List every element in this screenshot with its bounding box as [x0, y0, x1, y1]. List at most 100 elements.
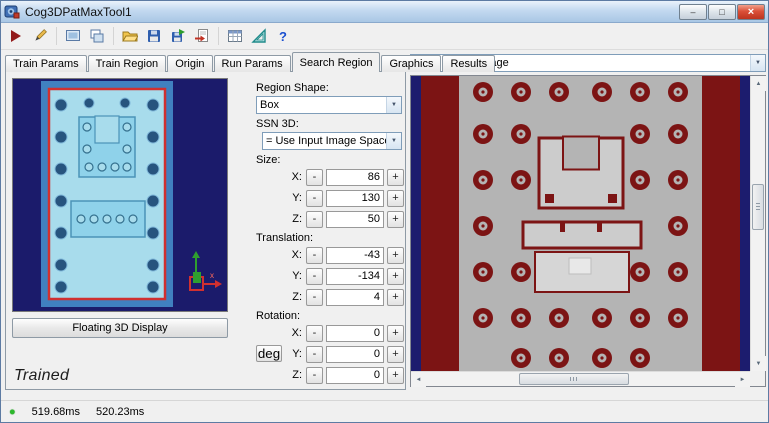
tab-label: Train Params [13, 58, 79, 70]
size-z-row: Z: - + [256, 210, 404, 228]
ssn-3d-label: SSN 3D: [256, 118, 299, 130]
scroll-down-button[interactable]: ▼ [751, 356, 766, 371]
rotation-label: Rotation: [256, 310, 301, 322]
size-z-increment-button[interactable]: + [387, 210, 404, 228]
close-button[interactable]: × [737, 3, 765, 20]
scroll-left-button[interactable]: ◄ [411, 372, 426, 387]
size-z-label: Z: [292, 213, 302, 225]
help-button[interactable]: ? [272, 25, 294, 47]
translation-x-input[interactable] [326, 246, 384, 264]
vertical-scroll-thumb[interactable] [752, 184, 764, 230]
tab-train-region[interactable]: Train Region [87, 55, 167, 72]
image-display-button[interactable] [62, 25, 84, 47]
size-x-increment-button[interactable]: + [387, 168, 404, 186]
size-x-label: X: [291, 171, 302, 183]
horizontal-scrollbar[interactable]: ◄ ► [411, 371, 750, 387]
horizontal-scroll-thumb[interactable] [519, 373, 629, 385]
scroll-up-button[interactable]: ▲ [751, 76, 766, 91]
translation-x-decrement-button[interactable]: - [306, 246, 323, 264]
translation-y-decrement-button[interactable]: - [306, 267, 323, 285]
window-title: Cog3DPatMaxTool1 [25, 4, 132, 19]
size-y-input[interactable] [326, 189, 384, 207]
geometry-button[interactable] [248, 25, 270, 47]
tab-label: Train Region [95, 58, 159, 70]
results-grid-button[interactable] [224, 25, 246, 47]
rotation-y-increment-button[interactable]: + [387, 345, 404, 363]
rotation-y-decrement-button[interactable]: - [306, 345, 323, 363]
rotation-x-input[interactable] [326, 324, 384, 342]
size-z-decrement-button[interactable]: - [306, 210, 323, 228]
minimize-button[interactable]: – [679, 3, 707, 20]
vertical-scrollbar[interactable]: ▲ ▼ [750, 76, 766, 371]
svg-text:x: x [210, 271, 214, 280]
geometry-icon [251, 28, 266, 43]
rotation-z-label: Z: [292, 369, 302, 381]
scroll-up-icon: ▲ [755, 80, 762, 87]
rotation-y-input[interactable] [326, 345, 384, 363]
edit-graphics-button[interactable] [29, 25, 51, 47]
scroll-right-button[interactable]: ► [735, 372, 750, 387]
rotation-z-decrement-button[interactable]: - [306, 366, 323, 384]
import-image-button[interactable] [191, 25, 213, 47]
window-icon [4, 4, 20, 20]
translation-z-row: Z: - + [256, 288, 404, 306]
title-bar[interactable]: Cog3DPatMaxTool1 – □ × [1, 1, 768, 23]
translation-y-increment-button[interactable]: + [387, 267, 404, 285]
close-icon: × [747, 5, 755, 18]
deg-units-button[interactable]: deg [256, 345, 282, 362]
tab-origin[interactable]: Origin [167, 55, 213, 72]
edit-graphics-icon [35, 29, 47, 41]
maximize-button[interactable]: □ [708, 3, 736, 20]
ssn-3d-combobox[interactable]: = Use Input Image Space ▼ [262, 132, 402, 150]
rotation-z-input[interactable] [326, 366, 384, 384]
save-image-button[interactable] [167, 25, 189, 47]
region-shape-combobox[interactable]: Box ▼ [256, 96, 402, 114]
rotation-x-label: X: [291, 327, 302, 339]
tab-train-params[interactable]: Train Params [5, 55, 87, 72]
tab-graphics[interactable]: Graphics [381, 55, 442, 72]
size-y-increment-button[interactable]: + [387, 189, 404, 207]
translation-z-input[interactable] [326, 288, 384, 306]
rotation-x-decrement-button[interactable]: - [306, 324, 323, 342]
translation-z-increment-button[interactable]: + [387, 288, 404, 306]
open-file-button[interactable] [119, 25, 141, 47]
3d-display-viewport[interactable]: x [12, 78, 228, 312]
tab-label: Origin [175, 58, 205, 70]
toolbar-separator [113, 27, 114, 45]
input-image-display[interactable]: ▲ ▼ ◄ ► [410, 75, 766, 387]
tab-run-params[interactable]: Run Params [213, 55, 291, 72]
run-tool-button[interactable] [5, 25, 27, 47]
scroll-left-icon: ◄ [415, 376, 422, 383]
rotation-z-row: Z: - + [256, 366, 404, 384]
rotation-y-row: deg Y: - + [256, 345, 404, 363]
tab-results[interactable]: Results [442, 55, 496, 72]
size-y-decrement-button[interactable]: - [306, 189, 323, 207]
search-region-controls: Region Shape: Box ▼ SSN 3D: = Use Input … [256, 78, 404, 387]
tab-label: Search Region [299, 57, 373, 69]
translation-z-label: Z: [292, 291, 302, 303]
scroll-down-icon: ▼ [755, 360, 762, 367]
chevron-down-icon: ▼ [386, 133, 401, 149]
windows-button[interactable] [86, 25, 108, 47]
save-button[interactable] [143, 25, 165, 47]
size-x-decrement-button[interactable]: - [306, 168, 323, 186]
tab-search-region[interactable]: Search Region [291, 52, 381, 72]
floating-3d-display-label: Floating 3D Display [72, 322, 168, 334]
toolbar-separator [56, 27, 57, 45]
scroll-right-icon: ► [739, 376, 746, 383]
translation-label: Translation: [256, 232, 314, 244]
rotation-x-increment-button[interactable]: + [387, 324, 404, 342]
size-z-input[interactable] [326, 210, 384, 228]
rotation-z-increment-button[interactable]: + [387, 366, 404, 384]
search-region-tab-page: x Floating 3D Display Trained Region Sha… [5, 71, 406, 390]
translation-y-input[interactable] [326, 267, 384, 285]
size-x-input[interactable] [326, 168, 384, 186]
save-icon [148, 30, 160, 42]
floating-3d-display-button[interactable]: Floating 3D Display [12, 318, 228, 338]
translation-z-decrement-button[interactable]: - [306, 288, 323, 306]
scrollbar-corner [750, 371, 765, 386]
translation-x-increment-button[interactable]: + [387, 246, 404, 264]
execution-time: 519.68ms [31, 405, 80, 418]
status-bar: ● 519.68ms 520.23ms [1, 400, 768, 422]
maximize-icon: □ [719, 6, 725, 17]
